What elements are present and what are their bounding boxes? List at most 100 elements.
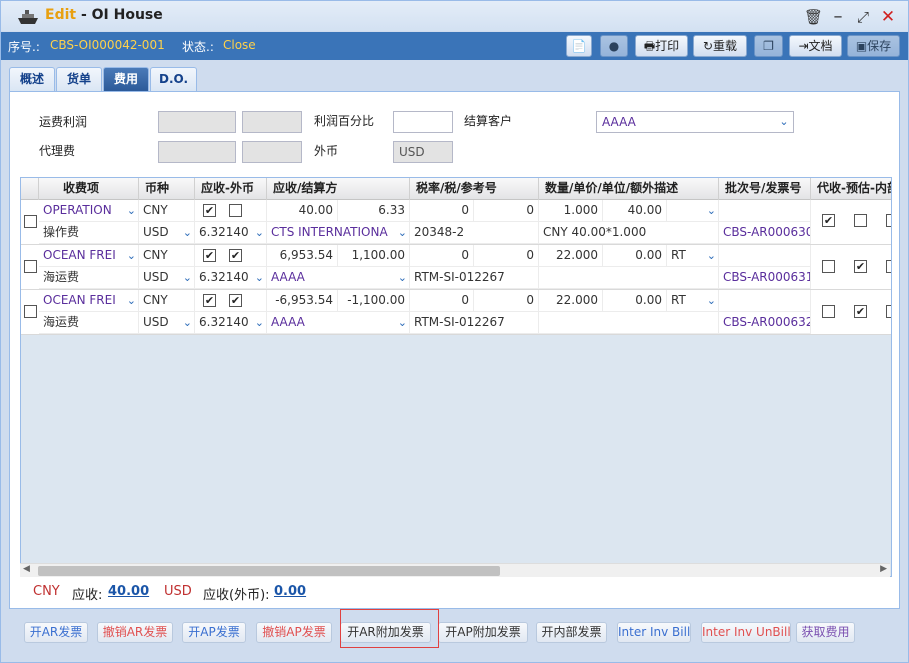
header-currency[interactable]: 币种 [139, 178, 195, 200]
scroll-thumb[interactable] [38, 566, 500, 576]
chevron-down-icon[interactable]: ⌄ [255, 222, 264, 243]
invoice-number[interactable]: CBS-AR000630 [719, 222, 811, 244]
total-ar-fx-value[interactable]: 0.00 [274, 584, 306, 599]
unit-select[interactable]: ⌄ [667, 200, 719, 222]
chevron-down-icon[interactable]: ⌄ [707, 290, 716, 311]
currency-2-select[interactable]: USD ⌄ [139, 267, 195, 289]
ref-number: 20348-2 [410, 222, 539, 244]
tab-do[interactable]: D.O. [150, 67, 197, 91]
horizontal-scrollbar[interactable]: ◀ ▶ [20, 563, 890, 577]
fx-checkbox[interactable] [229, 204, 242, 217]
invoice-button-4[interactable]: 撤销AP发票 [256, 622, 332, 643]
estimate-checkbox[interactable]: ✔ [854, 260, 867, 273]
chevron-down-icon[interactable]: ⌄ [183, 222, 192, 243]
chevron-down-icon[interactable]: ⌄ [183, 312, 192, 333]
tab-cargo[interactable]: 货单 [56, 67, 102, 91]
row-select-checkbox[interactable] [24, 260, 37, 273]
invoice-button-1[interactable]: 开AR发票 [24, 622, 88, 643]
chevron-down-icon[interactable]: ⌄ [398, 267, 407, 288]
ar-party-select[interactable]: AAAA ⌄ [267, 267, 410, 289]
row-select-checkbox[interactable] [24, 305, 37, 318]
copy-button[interactable]: ❐ [754, 35, 783, 57]
invoice-number[interactable]: CBS-AR000631 [719, 267, 811, 289]
chevron-down-icon[interactable]: ⌄ [398, 312, 407, 333]
freight-profit-field-2 [242, 111, 302, 133]
invoice-button-10[interactable]: 获取费用 [796, 622, 855, 643]
header-ar-fx[interactable]: 应收-外币 [195, 178, 267, 200]
total-ar-value[interactable]: 40.00 [108, 584, 149, 599]
foreign-value: USD [399, 145, 425, 159]
fx-checkbox[interactable]: ✔ [229, 249, 242, 262]
row-select-checkbox[interactable] [24, 215, 37, 228]
maximize-icon[interactable]: ⤢ [854, 8, 872, 26]
ar-checkbox[interactable]: ✔ [203, 249, 216, 262]
tab-overview[interactable]: 概述 [9, 67, 55, 91]
ar-party-select[interactable]: CTS INTERNATIONA ⌄ [267, 222, 410, 244]
invoice-number[interactable]: CBS-AR000632 [719, 312, 811, 334]
print-button[interactable]: 🖶打印 [635, 35, 688, 57]
document-button[interactable]: 📄 [566, 35, 592, 57]
doc-label: 文档 [808, 39, 833, 53]
chevron-down-icon[interactable]: ⌄ [127, 245, 136, 266]
charge-select[interactable]: OCEAN FREI ⌄ [39, 290, 139, 312]
chevron-down-icon[interactable]: ⌄ [255, 267, 264, 288]
currency-2-select[interactable]: USD ⌄ [139, 312, 195, 334]
ar-checkbox[interactable]: ✔ [203, 294, 216, 307]
minimize-icon[interactable]: – [829, 8, 847, 26]
scroll-right-icon[interactable]: ▶ [880, 564, 887, 574]
profit-pct-field[interactable] [393, 111, 453, 133]
chevron-down-icon[interactable]: ⌄ [127, 200, 136, 221]
doc-button[interactable]: ⇥文档 [789, 35, 842, 57]
exchange-rate[interactable]: 6.32140 ⌄ [195, 267, 267, 289]
settle-customer-select[interactable]: AAAA ⌄ [596, 111, 794, 133]
chevron-down-icon[interactable]: ⌄ [775, 112, 793, 132]
save-label: 保存 [867, 39, 892, 53]
charge-select[interactable]: OPERATION ⌄ [39, 200, 139, 222]
save-button[interactable]: ▣保存 [847, 35, 900, 57]
header-charge[interactable]: 收费项 [39, 178, 139, 200]
close-icon[interactable]: ✕ [879, 8, 897, 26]
header-qty[interactable]: 数量/单价/单位/额外描述 [539, 178, 719, 200]
estimate-checkbox[interactable]: ✔ [854, 305, 867, 318]
invoice-button-9[interactable]: Inter Inv UnBill [701, 622, 791, 643]
fx-checkbox[interactable]: ✔ [229, 294, 242, 307]
chevron-down-icon[interactable]: ⌄ [707, 200, 716, 221]
invoice-button-7[interactable]: 开内部发票 [536, 622, 607, 643]
internal-checkbox[interactable] [886, 305, 891, 318]
tax-amount: 0 [474, 200, 539, 222]
estimate-checkbox[interactable] [854, 214, 867, 227]
scroll-left-icon[interactable]: ◀ [23, 564, 30, 574]
collect-checkbox[interactable] [822, 305, 835, 318]
header-invoice[interactable]: 批次号/发票号 [719, 178, 811, 200]
invoice-button-2[interactable]: 撤销AR发票 [97, 622, 173, 643]
unit-select[interactable]: RT ⌄ [667, 290, 719, 312]
collect-checkbox[interactable]: ✔ [822, 214, 835, 227]
header-tax[interactable]: 税率/税/参考号 [410, 178, 539, 200]
internal-checkbox[interactable] [886, 260, 891, 273]
exchange-rate[interactable]: 6.32140 ⌄ [195, 312, 267, 334]
exchange-rate[interactable]: 6.32140 ⌄ [195, 222, 267, 244]
ar-party-select[interactable]: AAAA ⌄ [267, 312, 410, 334]
charge-select[interactable]: OCEAN FREI ⌄ [39, 245, 139, 267]
reload-button[interactable]: ↻重载 [693, 35, 747, 57]
header-select-col [21, 178, 39, 200]
tab-charges[interactable]: 费用 [103, 67, 149, 91]
header-ar-party[interactable]: 应收/结算方 [267, 178, 410, 200]
chevron-down-icon[interactable]: ⌄ [183, 267, 192, 288]
invoice-button-3[interactable]: 开AP发票 [182, 622, 246, 643]
unit-select[interactable]: RT ⌄ [667, 245, 719, 267]
chevron-down-icon[interactable]: ⌄ [398, 222, 407, 243]
chevron-down-icon[interactable]: ⌄ [127, 290, 136, 311]
refresh-button[interactable]: ● [600, 35, 628, 57]
header-flags[interactable]: 代收-预估-内部 [811, 178, 891, 200]
chevron-down-icon[interactable]: ⌄ [707, 245, 716, 266]
charges-grid: 收费项 币种 应收-外币 应收/结算方 税率/税/参考号 数量/单价/单位/额外… [20, 177, 892, 577]
invoice-button-6[interactable]: 开AP附加发票 [438, 622, 528, 643]
collect-checkbox[interactable] [822, 260, 835, 273]
internal-checkbox[interactable] [886, 214, 891, 227]
chevron-down-icon[interactable]: ⌄ [255, 312, 264, 333]
trash-icon[interactable]: 🗑 [804, 8, 823, 26]
currency-2-select[interactable]: USD ⌄ [139, 222, 195, 244]
invoice-button-8[interactable]: Inter Inv Bill [617, 622, 691, 643]
ar-checkbox[interactable]: ✔ [203, 204, 216, 217]
